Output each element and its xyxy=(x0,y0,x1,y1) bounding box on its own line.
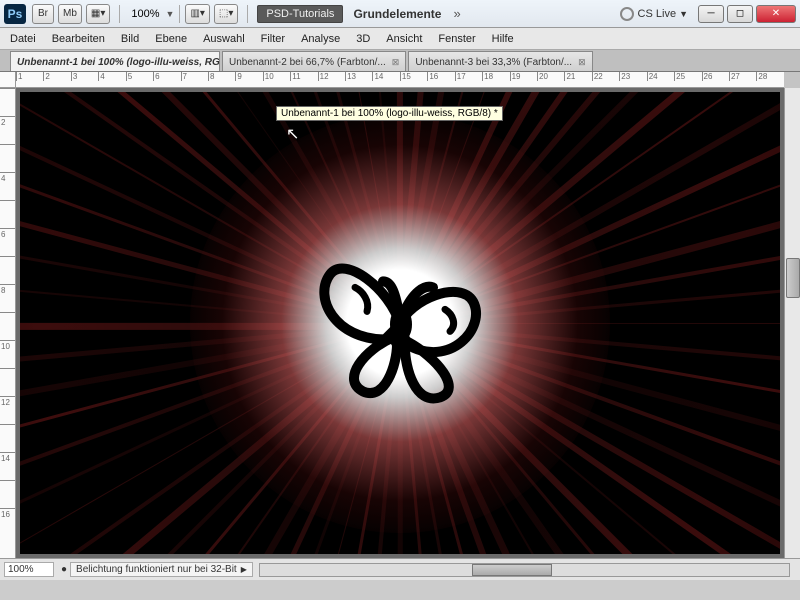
menu-filter[interactable]: Filter xyxy=(261,33,285,45)
status-info-label: Belichtung funktioniert nur bei 32-Bit xyxy=(76,564,237,575)
vertical-scrollbar[interactable] xyxy=(784,88,800,558)
doc-tab-1[interactable]: Unbenannt-1 bei 100% (logo-illu-weiss, R… xyxy=(10,51,220,71)
chevron-right-icon: ▶ xyxy=(241,565,247,574)
info-icon: ● xyxy=(61,564,67,575)
photoshop-logo: Ps xyxy=(4,4,26,24)
status-bar: 100% ● Belichtung funktioniert nur bei 3… xyxy=(0,558,800,580)
menu-ansicht[interactable]: Ansicht xyxy=(386,33,422,45)
ruler-vertical[interactable]: 246810121416 xyxy=(0,88,16,558)
screen-mode-button[interactable]: ⬚▾ xyxy=(214,4,238,24)
minimize-button[interactable]: ─ xyxy=(698,5,724,23)
doc-tab-label: Unbenannt-1 bei 100% (logo-illu-weiss, R… xyxy=(17,57,220,68)
menu-hilfe[interactable]: Hilfe xyxy=(492,33,514,45)
minibridge-button[interactable]: Mb xyxy=(58,4,82,24)
butterfly-logo xyxy=(295,229,505,409)
bridge-button[interactable]: Br xyxy=(32,4,54,24)
separator xyxy=(119,5,120,23)
ruler-horizontal[interactable]: 1234567891011121314151617181920212223242… xyxy=(16,72,784,88)
menu-datei[interactable]: Datei xyxy=(10,33,36,45)
menu-3d[interactable]: 3D xyxy=(356,33,370,45)
workspace-label[interactable]: Grundelemente xyxy=(353,7,441,21)
scrollbar-thumb[interactable] xyxy=(786,258,800,298)
chevron-down-icon[interactable]: ▼ xyxy=(166,9,175,19)
psd-tutorials-button[interactable]: PSD-Tutorials xyxy=(257,5,343,23)
chevron-down-icon: ▼ xyxy=(679,9,688,19)
menu-ebene[interactable]: Ebene xyxy=(155,33,187,45)
zoom-input[interactable]: 100% xyxy=(4,562,54,577)
canvas[interactable] xyxy=(20,92,780,554)
separator xyxy=(247,5,248,23)
separator xyxy=(179,5,180,23)
doc-tab-label: Unbenannt-3 bei 33,3% (Farbton/... xyxy=(415,57,572,68)
menu-fenster[interactable]: Fenster xyxy=(438,33,475,45)
canvas-area: Unbenannt-1 bei 100% (logo-illu-weiss, R… xyxy=(16,88,784,558)
doc-tab-3[interactable]: Unbenannt-3 bei 33,3% (Farbton/... ⊠ xyxy=(408,51,592,71)
title-bar: Ps Br Mb ▦▾ 100% ▼ ▥▾ ⬚▾ PSD-Tutorials G… xyxy=(0,0,800,28)
document-tabs: Unbenannt-1 bei 100% (logo-illu-weiss, R… xyxy=(0,50,800,72)
arrange-docs-button[interactable]: ▥▾ xyxy=(185,4,209,24)
menu-bar: Datei Bearbeiten Bild Ebene Auswahl Filt… xyxy=(0,28,800,50)
window-controls: ─ ◻ ✕ xyxy=(698,5,796,23)
menu-bild[interactable]: Bild xyxy=(121,33,139,45)
tab-tooltip: Unbenannt-1 bei 100% (logo-illu-weiss, R… xyxy=(276,106,503,121)
cs-live-button[interactable]: CS Live ▼ xyxy=(620,7,688,21)
doc-tab-label: Unbenannt-2 bei 66,7% (Farbton/... xyxy=(229,57,386,68)
menu-bearbeiten[interactable]: Bearbeiten xyxy=(52,33,105,45)
doc-tab-2[interactable]: Unbenannt-2 bei 66,7% (Farbton/... ⊠ xyxy=(222,51,406,71)
status-info[interactable]: Belichtung funktioniert nur bei 32-Bit ▶ xyxy=(70,562,253,577)
ruler-corner xyxy=(0,72,16,88)
menu-auswahl[interactable]: Auswahl xyxy=(203,33,245,45)
close-icon[interactable]: ⊠ xyxy=(578,57,586,68)
view-extras-button[interactable]: ▦▾ xyxy=(86,4,110,24)
cs-live-label: CS Live xyxy=(638,8,677,20)
maximize-button[interactable]: ◻ xyxy=(727,5,753,23)
zoom-level[interactable]: 100% xyxy=(131,8,159,20)
close-icon[interactable]: ⊠ xyxy=(392,57,400,68)
workspace: 1234567891011121314151617181920212223242… xyxy=(0,72,800,580)
scrollbar-thumb[interactable] xyxy=(472,564,552,576)
horizontal-scrollbar[interactable] xyxy=(259,563,790,577)
menu-analyse[interactable]: Analyse xyxy=(301,33,340,45)
expand-icon[interactable]: » xyxy=(453,6,460,21)
cursor-icon: ↖ xyxy=(286,124,299,144)
close-button[interactable]: ✕ xyxy=(756,5,796,23)
cs-live-icon xyxy=(620,7,634,21)
